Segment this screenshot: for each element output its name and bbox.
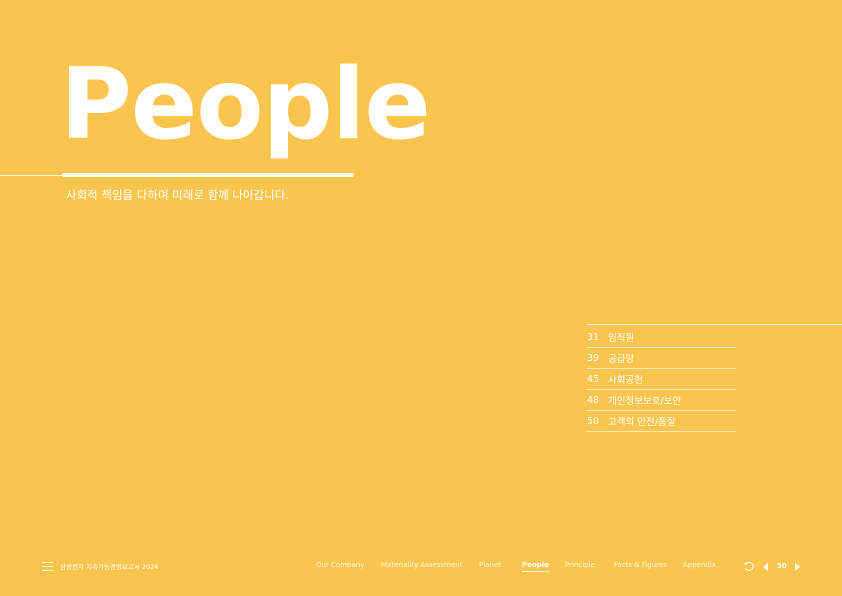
table-of-contents: 31 임직원 39 공급망 45 사회공헌 48 개인정보보호/보안 50 고객… [587, 327, 736, 432]
toc-label: 고객의 안전/품질 [608, 417, 676, 428]
toc-item-social-contribution[interactable]: 45 사회공헌 [587, 369, 736, 390]
toc-divider [587, 324, 842, 325]
nav-materiality-assessment[interactable]: Materiality Assessment [381, 561, 462, 569]
toc-item-privacy-security[interactable]: 48 개인정보보호/보안 [587, 390, 736, 411]
toc-page-number: 45 [587, 373, 600, 385]
nav-our-company[interactable]: Our Company [316, 561, 364, 569]
page-subtitle: 사회적 책임을 다하며 미래로 함께 나아갑니다. [66, 188, 289, 202]
toc-page-number: 31 [587, 331, 600, 343]
toc-label: 개인정보보호/보안 [608, 396, 682, 407]
footer-bar: 삼성전자 지속가능경영보고서 2024 Our Company Material… [0, 556, 842, 578]
nav-planet[interactable]: Planet [479, 561, 501, 569]
toc-page-number: 39 [587, 352, 600, 364]
nav-people[interactable]: People [522, 561, 549, 572]
nav-appendix[interactable]: Appendix [683, 561, 716, 569]
title-divider-thin [0, 175, 62, 176]
nav-facts-figures[interactable]: Facts & Figures [614, 561, 667, 569]
toc-item-customer-safety-quality[interactable]: 50 고객의 안전/품질 [587, 411, 736, 432]
toc-page-number: 50 [587, 415, 600, 427]
toc-label: 사회공헌 [608, 375, 643, 386]
page-number: 30 [777, 562, 787, 570]
page-title: People [60, 48, 431, 162]
report-title: 삼성전자 지속가능경영보고서 2024 [60, 563, 159, 571]
toc-page-number: 48 [587, 394, 600, 406]
next-page-icon[interactable] [794, 563, 800, 571]
menu-icon[interactable] [42, 562, 53, 571]
prev-page-icon[interactable] [763, 563, 769, 571]
undo-icon[interactable] [743, 560, 755, 572]
toc-label: 공급망 [608, 354, 635, 365]
toc-item-employees[interactable]: 31 임직원 [587, 327, 736, 348]
toc-label: 임직원 [608, 333, 635, 344]
toc-item-supply-chain[interactable]: 39 공급망 [587, 348, 736, 369]
nav-principle[interactable]: Principle [565, 561, 595, 569]
title-divider [62, 173, 354, 177]
